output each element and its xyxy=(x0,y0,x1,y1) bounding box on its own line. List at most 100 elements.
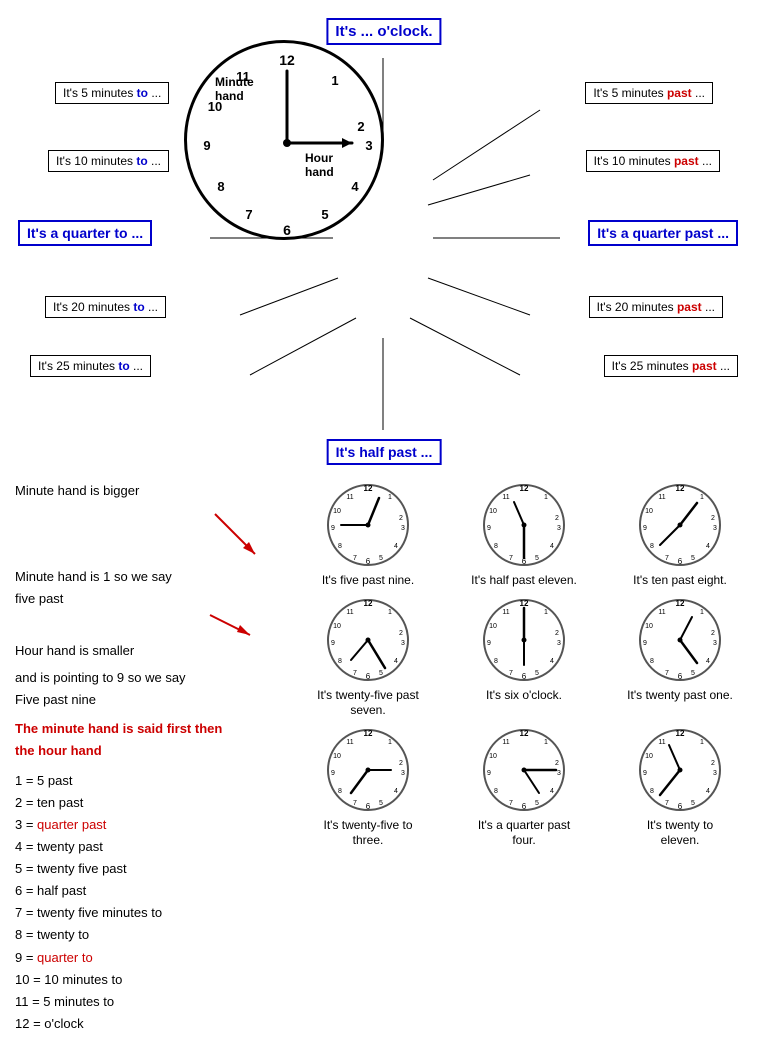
svg-text:1: 1 xyxy=(388,609,392,616)
svg-text:6: 6 xyxy=(366,802,371,811)
clock-label-five-past-nine: It's five past nine. xyxy=(322,573,414,589)
svg-text:1: 1 xyxy=(700,739,704,746)
svg-text:9: 9 xyxy=(487,770,491,777)
svg-text:2: 2 xyxy=(357,119,364,134)
svg-text:2: 2 xyxy=(711,760,715,767)
svg-text:7: 7 xyxy=(665,555,669,562)
five-to-label: It's 5 minutes to ... xyxy=(55,82,169,104)
svg-text:5: 5 xyxy=(379,555,383,562)
svg-text:12: 12 xyxy=(279,52,295,68)
twenty-to-label: It's 20 minutes to ... xyxy=(45,296,166,318)
clock-row-1: 12 1 2 3 4 5 6 7 8 9 10 11 xyxy=(295,480,753,589)
svg-text:2: 2 xyxy=(555,760,559,767)
svg-text:10: 10 xyxy=(645,623,653,630)
svg-text:5: 5 xyxy=(535,800,539,807)
svg-text:10: 10 xyxy=(489,508,497,515)
svg-text:7: 7 xyxy=(665,800,669,807)
number-list: 1 = 5 past 2 = ten past 3 = quarter past… xyxy=(15,770,275,1035)
clock-label-twenty-to-eleven: It's twenty toeleven. xyxy=(647,818,713,849)
svg-text:6: 6 xyxy=(522,672,527,681)
svg-text:8: 8 xyxy=(494,543,498,550)
clock-twenty-five-to-three: 12 1 2 3 4 5 6 7 8 9 10 11 xyxy=(295,725,441,849)
svg-text:3: 3 xyxy=(713,640,717,647)
clock-ten-past-eight: 12 1 2 3 4 5 6 7 8 9 10 11 xyxy=(607,480,753,589)
svg-text:3: 3 xyxy=(365,138,372,153)
svg-text:5: 5 xyxy=(379,670,383,677)
svg-text:6: 6 xyxy=(678,672,683,681)
svg-text:8: 8 xyxy=(338,788,342,795)
clock-row-3: 12 1 2 3 4 5 6 7 8 9 10 11 xyxy=(295,725,753,849)
svg-text:3: 3 xyxy=(401,770,405,777)
svg-text:6: 6 xyxy=(678,557,683,566)
svg-text:8: 8 xyxy=(338,658,342,665)
svg-text:7: 7 xyxy=(245,207,252,222)
svg-text:4: 4 xyxy=(550,788,554,795)
svg-text:6: 6 xyxy=(283,222,291,238)
clock-label-half-past-eleven: It's half past eleven. xyxy=(471,573,577,589)
svg-text:12: 12 xyxy=(364,484,373,493)
svg-text:9: 9 xyxy=(643,640,647,647)
minute-bigger-text: Minute hand is bigger xyxy=(15,480,275,502)
svg-text:2: 2 xyxy=(399,760,403,767)
clock-quarter-past-four: 12 1 2 3 4 5 6 7 8 9 10 11 xyxy=(451,725,597,849)
oclock-label: It's ... o'clock. xyxy=(326,18,441,45)
svg-text:9: 9 xyxy=(203,138,210,153)
clock-twenty-to-eleven: 12 1 2 3 4 5 6 7 8 9 10 11 xyxy=(607,725,753,849)
svg-text:10: 10 xyxy=(333,508,341,515)
svg-text:12: 12 xyxy=(676,599,685,608)
svg-text:2: 2 xyxy=(711,630,715,637)
quarter-to-label: It's a quarter to ... xyxy=(18,220,152,246)
svg-text:8: 8 xyxy=(217,179,224,194)
svg-text:12: 12 xyxy=(364,729,373,738)
svg-text:10: 10 xyxy=(333,623,341,630)
svg-text:8: 8 xyxy=(494,658,498,665)
svg-text:11: 11 xyxy=(346,609,353,616)
svg-text:11: 11 xyxy=(502,739,509,746)
clock-face: 12 1 2 3 4 5 6 7 8 9 10 11 xyxy=(184,40,384,240)
svg-text:5: 5 xyxy=(691,800,695,807)
svg-text:6: 6 xyxy=(522,802,527,811)
svg-text:12: 12 xyxy=(676,484,685,493)
pointing-9-text: and is pointing to 9 so we say xyxy=(15,667,275,689)
minute-said-first-text: The minute hand is said first thenthe ho… xyxy=(15,718,275,762)
svg-text:7: 7 xyxy=(509,555,513,562)
svg-text:10: 10 xyxy=(645,753,653,760)
svg-text:4: 4 xyxy=(706,543,710,550)
svg-text:9: 9 xyxy=(643,770,647,777)
svg-text:5: 5 xyxy=(379,800,383,807)
clock-twenty-five-past-seven: 12 1 2 3 4 5 6 7 8 9 10 11 xyxy=(295,595,441,719)
clock-label-twenty-five-to-three: It's twenty-five tothree. xyxy=(324,818,413,849)
svg-text:5: 5 xyxy=(691,670,695,677)
svg-text:3: 3 xyxy=(401,525,405,532)
svg-text:2: 2 xyxy=(555,630,559,637)
quarter-past-label: It's a quarter past ... xyxy=(588,220,738,246)
svg-text:4: 4 xyxy=(706,788,710,795)
clock-half-past-eleven: 12 1 2 3 4 5 6 7 8 9 10 11 xyxy=(451,480,597,589)
svg-text:11: 11 xyxy=(346,494,353,501)
svg-text:10: 10 xyxy=(489,753,497,760)
clock-label-twenty-past-one: It's twenty past one. xyxy=(627,688,733,704)
svg-text:4: 4 xyxy=(394,543,398,550)
svg-text:10: 10 xyxy=(489,623,497,630)
svg-text:11: 11 xyxy=(658,609,665,616)
clock-label-six-oclock: It's six o'clock. xyxy=(486,688,562,704)
five-past-text: five past xyxy=(15,588,275,610)
svg-text:7: 7 xyxy=(353,800,357,807)
svg-text:11: 11 xyxy=(502,494,509,501)
minute-hand-1-text: Minute hand is 1 so we say xyxy=(15,566,275,588)
clock-examples-grid: 12 1 2 3 4 5 6 7 8 9 10 11 xyxy=(295,480,753,1035)
svg-text:7: 7 xyxy=(353,555,357,562)
bottom-section: Minute hand is bigger Minute hand is 1 s… xyxy=(0,470,768,1045)
svg-text:4: 4 xyxy=(706,658,710,665)
svg-text:11: 11 xyxy=(502,609,509,616)
svg-text:3: 3 xyxy=(557,770,561,777)
svg-text:5: 5 xyxy=(535,555,539,562)
minute-hand-label: Minutehand xyxy=(215,75,254,104)
svg-text:12: 12 xyxy=(676,729,685,738)
svg-text:4: 4 xyxy=(394,658,398,665)
svg-text:1: 1 xyxy=(331,73,338,88)
svg-text:1: 1 xyxy=(700,494,704,501)
hour-hand-label: Hourhand xyxy=(305,151,334,180)
svg-text:8: 8 xyxy=(494,788,498,795)
svg-text:11: 11 xyxy=(346,739,353,746)
